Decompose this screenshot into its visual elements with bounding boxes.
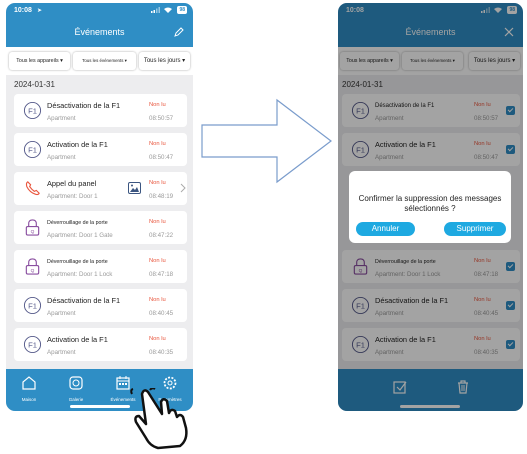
event-card[interactable]: F1 Activation de la F1 Apartment Non lu …: [14, 133, 187, 166]
cancel-button[interactable]: Annuler: [356, 222, 415, 236]
event-time: 08:47:22: [149, 232, 174, 239]
chevron-right-icon: [180, 183, 186, 193]
event-title: Déverrouillage de la porte: [47, 220, 108, 226]
event-title: Appel du panel: [47, 179, 97, 188]
tab-galerie-label: Galerie: [68, 397, 84, 402]
filter-devices[interactable]: Tous les appareils ▾: [9, 52, 70, 70]
event-time: 08:50:47: [149, 154, 174, 161]
svg-text:Q: Q: [31, 268, 35, 274]
event-status: Non lu: [149, 336, 166, 342]
event-time: 08:50:57: [149, 115, 174, 122]
filter-days[interactable]: Tous les jours ▾: [139, 52, 190, 70]
location-arrow-icon: ➤: [37, 8, 43, 14]
event-status: Non lu: [149, 141, 166, 147]
event-title: Activation de la F1: [47, 140, 108, 149]
event-subtitle: Apartment: [47, 115, 76, 122]
event-title: Déverrouillage de la porte: [47, 259, 108, 265]
event-card[interactable]: F1 Activation de la F1 Apartment Non lu …: [14, 328, 187, 361]
event-subtitle: Apartment: Door 1: [47, 193, 98, 200]
status-icons: 98: [150, 6, 187, 14]
event-card[interactable]: Appel du panel Apartment: Door 1 Non lu …: [14, 172, 187, 205]
phone-screen-delete-confirm: 10:08 98 Événements Tous les appareils ▾…: [338, 3, 523, 411]
status-time: 10:08: [14, 7, 32, 14]
event-title: Désactivation de la F1: [47, 101, 121, 110]
event-card[interactable]: Q Déverrouillage de la porte Apartment: …: [14, 211, 187, 244]
f1-icon: F1: [23, 101, 42, 120]
event-time: 08:40:35: [149, 349, 174, 356]
date-header: 2024-01-31: [14, 80, 55, 89]
tab-maison-label: Maison: [21, 397, 37, 402]
phone-icon: [25, 181, 40, 196]
event-status: Non lu: [149, 297, 166, 303]
padlock-icon: Q: [25, 258, 40, 275]
signal-icon: [150, 7, 160, 13]
status-bar: 10:08 ➤ 98: [6, 3, 193, 19]
battery-icon: 98: [177, 6, 187, 14]
filter-devices-label: Tous les appareils: [16, 58, 59, 64]
image-icon[interactable]: [128, 182, 141, 194]
event-time: 08:47:18: [149, 271, 174, 278]
tap-hand-icon: [130, 388, 188, 450]
svg-text:F1: F1: [28, 301, 37, 310]
gallery-icon: [69, 376, 83, 390]
wifi-icon: [164, 7, 173, 13]
event-title: Désactivation de la F1: [47, 296, 121, 305]
event-status: Non lu: [149, 219, 166, 225]
filter-event-types[interactable]: Tous les événements ▾: [73, 52, 136, 70]
arrow-right-icon: [201, 98, 332, 184]
f1-icon: F1: [23, 296, 42, 315]
event-status: Non lu: [149, 258, 166, 264]
home-icon: [22, 376, 36, 390]
filter-event-types-label: Tous les événements: [82, 58, 124, 63]
event-status: Non lu: [149, 102, 166, 108]
svg-text:F1: F1: [28, 106, 37, 115]
filter-bar: Tous les appareils ▾ Tous les événements…: [6, 47, 193, 75]
svg-text:F1: F1: [28, 340, 37, 349]
nav-bar: Événements: [6, 19, 193, 47]
f1-icon: F1: [23, 140, 42, 159]
event-status: Non lu: [149, 180, 166, 186]
home-indicator: [70, 405, 130, 408]
event-card[interactable]: F1 Désactivation de la F1 Apartment Non …: [14, 289, 187, 322]
delete-button[interactable]: Supprimer: [444, 222, 506, 236]
event-subtitle: Apartment: [47, 154, 76, 161]
event-subtitle: Apartment: Door 1 Gate: [47, 232, 113, 239]
event-title: Activation de la F1: [47, 335, 108, 344]
svg-text:F1: F1: [28, 145, 37, 154]
event-time: 08:40:45: [149, 310, 174, 317]
f1-icon: F1: [23, 335, 42, 354]
filter-days-label: Tous les jours: [143, 58, 181, 64]
delete-confirm-dialog: Confirmer la suppression des messages sé…: [349, 171, 511, 243]
event-time: 08:48:19: [149, 193, 174, 200]
event-subtitle: Apartment: [47, 349, 76, 356]
dialog-message: Confirmer la suppression des messages sé…: [358, 194, 502, 213]
tab-maison[interactable]: Maison: [6, 369, 52, 411]
event-subtitle: Apartment: Door 1 Lock: [47, 271, 113, 278]
event-card[interactable]: Q Déverrouillage de la porte Apartment: …: [14, 250, 187, 283]
padlock-icon: Q: [25, 219, 40, 236]
event-subtitle: Apartment: [47, 310, 76, 317]
edit-pencil-icon[interactable]: [173, 26, 185, 38]
page-title: Événements: [74, 27, 125, 37]
event-card[interactable]: F1 Désactivation de la F1 Apartment Non …: [14, 94, 187, 127]
svg-text:Q: Q: [31, 229, 35, 235]
phone-screen-events-list: 10:08 ➤ 98 Événements Tous les appareils…: [6, 3, 193, 411]
